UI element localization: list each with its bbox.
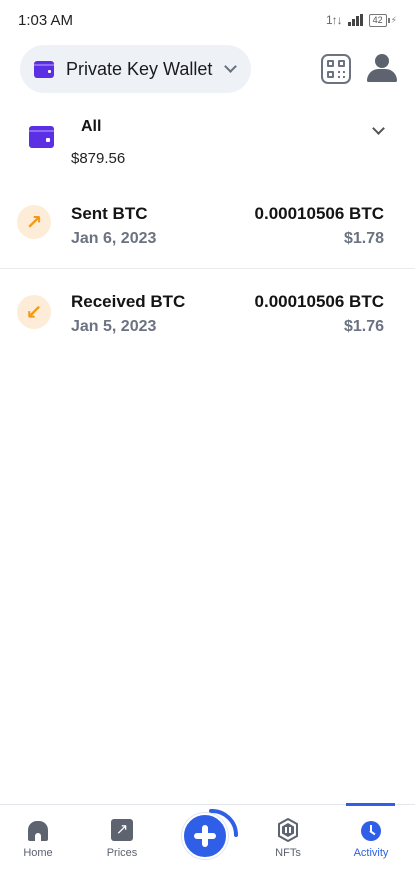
transaction-title: Sent BTC xyxy=(71,204,148,223)
tab-prices[interactable]: ↗ Prices xyxy=(92,805,152,868)
chart-icon: ↗ xyxy=(111,819,133,841)
user-icon[interactable] xyxy=(367,54,397,84)
transaction-row[interactable]: ↗ Sent BTC Jan 6, 2023 0.00010506 BTC $1… xyxy=(0,188,415,268)
wallet-name: Private Key Wallet xyxy=(66,58,213,79)
home-icon xyxy=(28,821,48,841)
wallet-selector[interactable]: Private Key Wallet xyxy=(20,45,252,93)
transaction-date: Jan 5, 2023 xyxy=(71,318,157,335)
battery-level: 42 xyxy=(368,13,387,27)
transaction-date: Jan 6, 2023 xyxy=(71,230,157,247)
wallet-icon xyxy=(29,126,54,148)
add-button[interactable] xyxy=(181,809,239,859)
account-balance: $879.56 xyxy=(71,150,126,167)
header: Private Key Wallet xyxy=(20,45,397,93)
arrow-up-right-icon: ↗ xyxy=(17,205,51,239)
transaction-fiat: $1.76 xyxy=(343,318,384,335)
tab-home[interactable]: Home xyxy=(8,805,68,868)
transaction-title: Received BTC xyxy=(71,292,186,311)
account-name: All xyxy=(81,118,102,135)
transaction-fiat: $1.78 xyxy=(343,230,384,247)
tab-activity[interactable]: Activity xyxy=(341,805,401,868)
tab-label: Home xyxy=(23,847,53,859)
wallet-icon xyxy=(34,60,54,78)
transaction-row[interactable]: ↙ Received BTC Jan 5, 2023 0.00010506 BT… xyxy=(0,268,415,356)
signal-icon xyxy=(347,14,363,26)
arrow-down-left-icon: ↙ xyxy=(17,295,51,329)
status-icons: 1↑↓ 42 ⚡ xyxy=(326,13,397,27)
tab-label: Prices xyxy=(106,847,138,859)
battery-icon: 42 ⚡ xyxy=(368,13,397,27)
status-bar: 1:03 AM 1↑↓ 42 ⚡ xyxy=(0,0,415,40)
qr-code-icon[interactable] xyxy=(321,54,351,84)
transaction-amount: 0.00010506 BTC xyxy=(254,292,384,311)
header-actions xyxy=(321,54,397,84)
plus-icon xyxy=(182,813,228,859)
charging-icon: ⚡ xyxy=(390,14,397,25)
transaction-amount: 0.00010506 BTC xyxy=(254,204,384,223)
chevron-down-icon[interactable] xyxy=(372,122,385,135)
account-selector[interactable]: All $879.56 xyxy=(20,113,393,173)
network-activity-icon: 1↑↓ xyxy=(325,13,343,27)
nft-icon xyxy=(278,818,298,842)
transaction-list: ↗ Sent BTC Jan 6, 2023 0.00010506 BTC $1… xyxy=(0,188,415,356)
clock-icon xyxy=(361,821,381,841)
chevron-down-icon xyxy=(224,60,238,73)
tab-label: Activity xyxy=(353,847,389,859)
tab-label: NFTs xyxy=(275,847,301,859)
tab-nfts[interactable]: NFTs xyxy=(258,805,318,868)
status-time: 1:03 AM xyxy=(18,11,74,29)
